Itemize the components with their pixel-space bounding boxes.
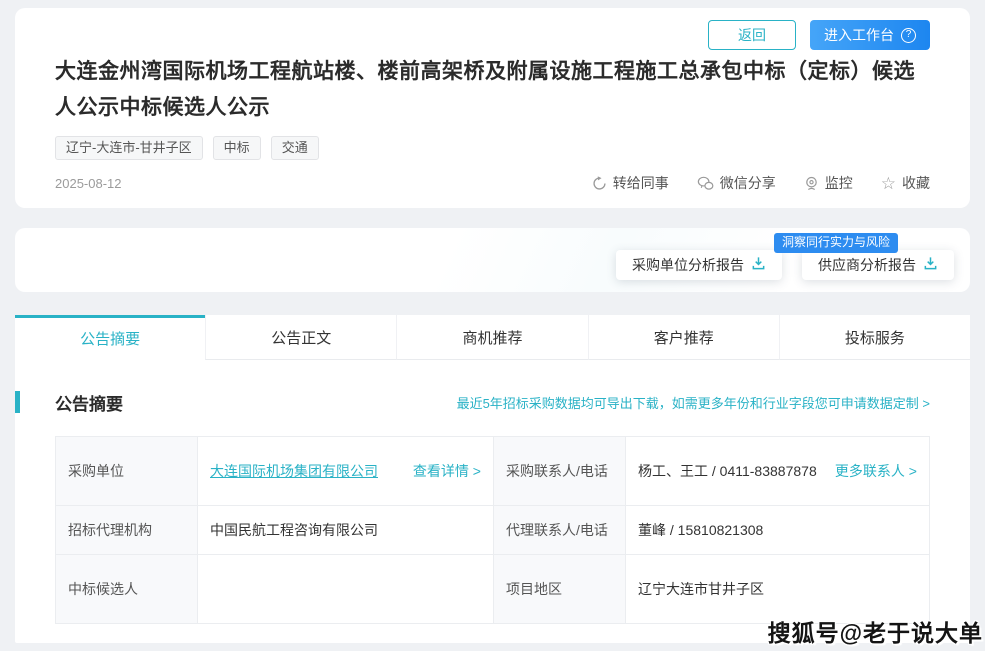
- monitor-icon: [804, 176, 819, 191]
- analysis-reports-card: 洞察同行实力与风险 采购单位分析报告 供应商分析报告: [15, 228, 970, 292]
- page: 返回 进入工作台 ? 大连金州湾国际机场工程航站楼、楼前高架桥及附属设施工程施工…: [0, 8, 985, 651]
- star-icon: ☆: [881, 175, 896, 192]
- table-row: 采购单位 大连国际机场集团有限公司 查看详情 > 采购联系人/电话 杨工、王工 …: [56, 437, 930, 506]
- page-title: 大连金州湾国际机场工程航站楼、楼前高架桥及附属设施工程施工总承包中标（定标）候选…: [55, 54, 930, 126]
- section-head: 公告摘要 最近5年招标采购数据均可导出下载，如需更多年份和行业字段您可申请数据定…: [55, 390, 930, 415]
- forward-label: 转给同事: [613, 173, 669, 193]
- wechat-share-label: 微信分享: [720, 173, 776, 193]
- agency-value: 中国民航工程咨询有限公司: [198, 506, 494, 555]
- download-icon: [751, 256, 766, 274]
- insight-tooltip-badge: 洞察同行实力与风险: [774, 233, 898, 253]
- purchase-contact-cell: 杨工、王工 / 0411-83887878 更多联系人 >: [626, 437, 930, 506]
- back-button[interactable]: 返回: [708, 20, 796, 50]
- supplier-report-label: 供应商分析报告: [818, 255, 916, 275]
- supplier-analysis-report-button[interactable]: 供应商分析报告: [802, 250, 954, 280]
- enter-workbench-button[interactable]: 进入工作台 ?: [810, 20, 930, 50]
- monitor-label: 监控: [825, 173, 853, 193]
- agency-contact-label: 代理联系人/电话: [494, 506, 626, 555]
- tab-customer-recommend[interactable]: 客户推荐: [588, 315, 779, 360]
- meta-row: 2025-08-12 转给同事 微信分享: [55, 173, 930, 193]
- purchaser-company-link[interactable]: 大连国际机场集团有限公司: [210, 461, 378, 481]
- type-tag: 中标: [213, 136, 261, 160]
- view-details-link[interactable]: 查看详情 >: [413, 461, 481, 481]
- purchase-contact-label: 采购联系人/电话: [494, 437, 626, 506]
- data-export-hint-link[interactable]: 最近5年招标采购数据均可导出下载，如需更多年份和行业字段您可申请数据定制 >: [457, 393, 930, 412]
- region-tag: 辽宁-大连市-甘井子区: [55, 136, 203, 160]
- tag-row: 辽宁-大连市-甘井子区 中标 交通: [55, 136, 930, 160]
- wechat-icon: [697, 176, 714, 191]
- summary-table: 采购单位 大连国际机场集团有限公司 查看详情 > 采购联系人/电话 杨工、王工 …: [55, 436, 930, 624]
- tab-business-recommend[interactable]: 商机推荐: [396, 315, 587, 360]
- more-contacts-link[interactable]: 更多联系人 >: [835, 461, 917, 481]
- help-question-icon: ?: [901, 28, 916, 43]
- purchaser-cell: 大连国际机场集团有限公司 查看详情 >: [198, 437, 494, 506]
- download-icon: [923, 256, 938, 274]
- forward-to-colleague-button[interactable]: 转给同事: [592, 173, 669, 193]
- section-accent-bar: [15, 391, 20, 413]
- project-region-label: 项目地区: [494, 555, 626, 624]
- tab-bar: 公告摘要 公告正文 商机推荐 客户推荐 投标服务: [15, 315, 970, 360]
- favorite-button[interactable]: ☆ 收藏: [881, 173, 930, 193]
- purchaser-report-label: 采购单位分析报告: [632, 255, 744, 275]
- summary-heading: 公告摘要: [55, 390, 123, 415]
- workbench-button-label: 进入工作台: [824, 25, 894, 45]
- summary-panel: 公告摘要 最近5年招标采购数据均可导出下载，如需更多年份和行业字段您可申请数据定…: [15, 360, 970, 624]
- table-row: 招标代理机构 中国民航工程咨询有限公司 代理联系人/电话 董峰 / 158108…: [56, 506, 930, 555]
- publish-date: 2025-08-12: [55, 176, 122, 191]
- industry-tag: 交通: [271, 136, 319, 160]
- agency-label: 招标代理机构: [56, 506, 198, 555]
- tab-announcement-body[interactable]: 公告正文: [205, 315, 396, 360]
- wechat-share-button[interactable]: 微信分享: [697, 173, 776, 193]
- agency-contact-value: 董峰 / 15810821308: [626, 506, 930, 555]
- favorite-label: 收藏: [902, 173, 930, 193]
- topbar: 返回 进入工作台 ?: [55, 20, 930, 50]
- forward-icon: [592, 176, 607, 191]
- content-card: 公告摘要 公告正文 商机推荐 客户推荐 投标服务 公告摘要 最近5年招标采购数据…: [15, 315, 970, 643]
- monitor-button[interactable]: 监控: [804, 173, 853, 193]
- action-row: 转给同事 微信分享 监控 ☆ 收藏: [592, 173, 930, 193]
- purchase-contact-value: 杨工、王工 / 0411-83887878: [638, 460, 827, 482]
- winning-candidate-value: [198, 555, 494, 624]
- announcement-header-card: 返回 进入工作台 ? 大连金州湾国际机场工程航站楼、楼前高架桥及附属设施工程施工…: [15, 8, 970, 208]
- purchaser-label: 采购单位: [56, 437, 198, 506]
- tab-bidding-service[interactable]: 投标服务: [779, 315, 970, 360]
- winning-candidate-label: 中标候选人: [56, 555, 198, 624]
- purchaser-analysis-report-button[interactable]: 采购单位分析报告: [616, 250, 782, 280]
- tab-announcement-summary[interactable]: 公告摘要: [15, 315, 205, 360]
